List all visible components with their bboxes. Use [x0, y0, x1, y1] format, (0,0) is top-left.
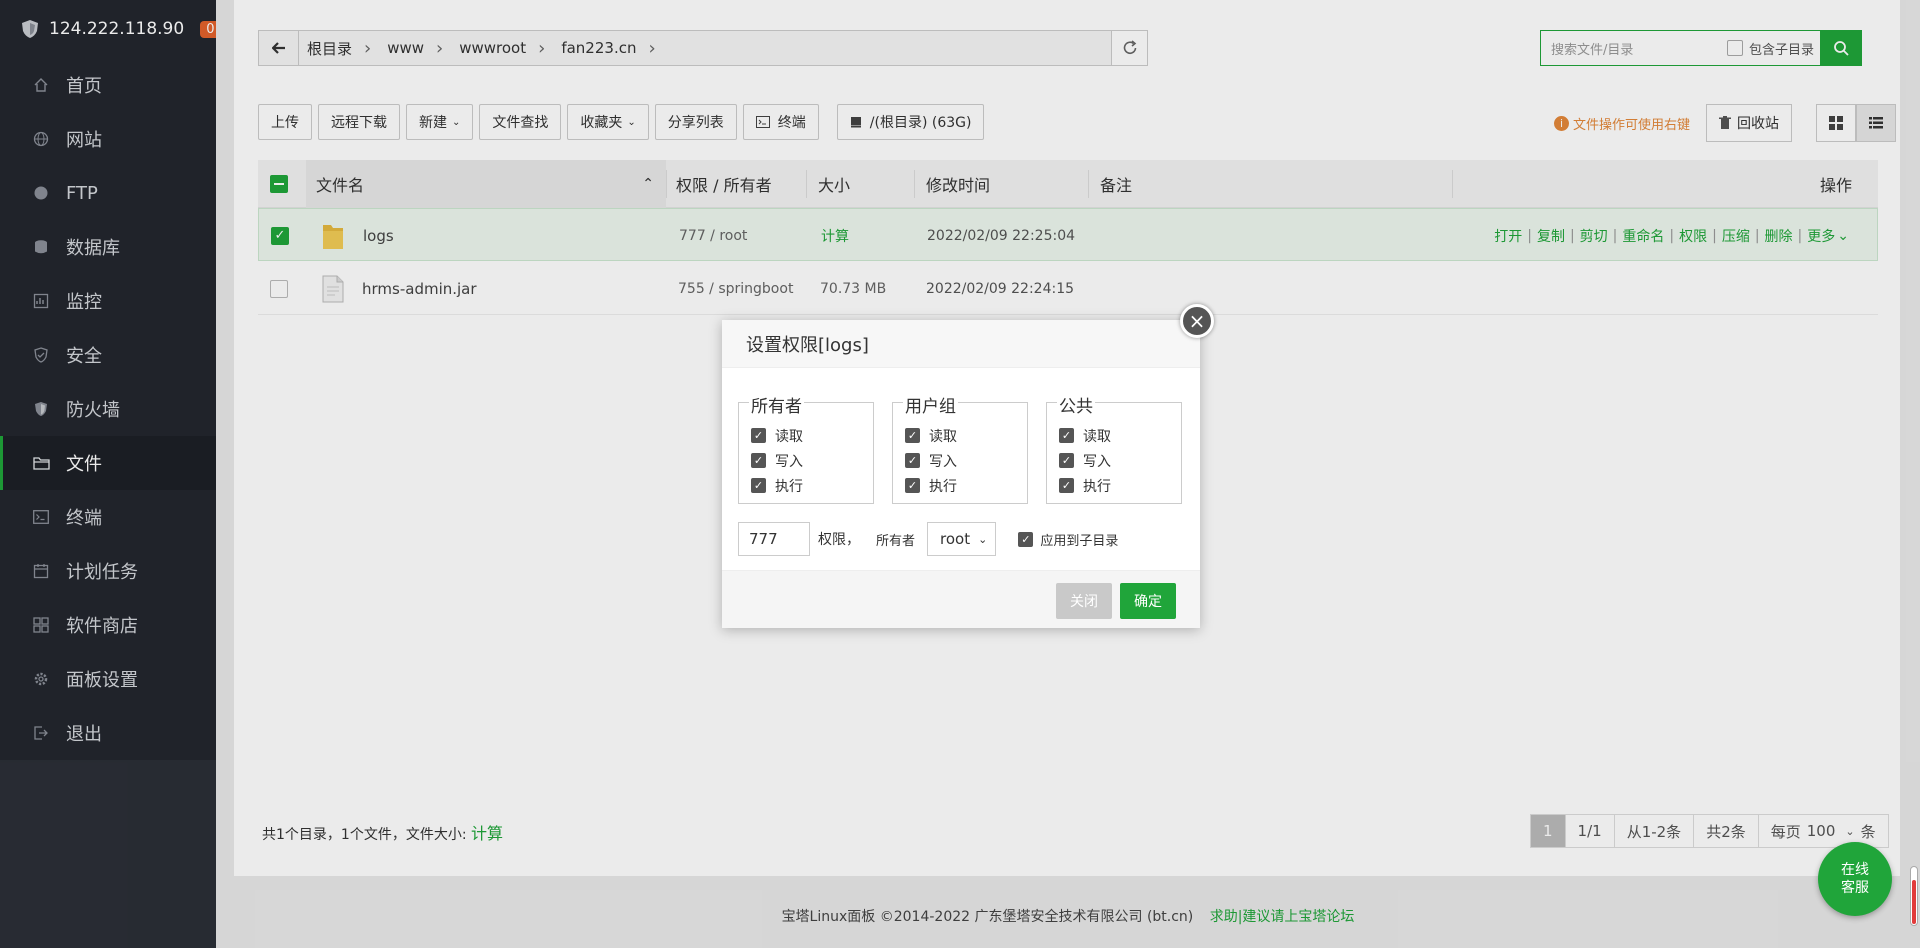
dialog-footer: 关闭 确定	[722, 570, 1200, 628]
chevron-down-icon: ⌄	[978, 532, 988, 546]
checked-icon: ✓	[751, 428, 766, 443]
permission-label: 执行	[1083, 478, 1111, 495]
permission-label: 读取	[1083, 428, 1111, 445]
owner-value: root	[940, 530, 971, 548]
permission-label: 写入	[775, 453, 803, 470]
permission-label: 读取	[775, 428, 803, 445]
apply-subdir-label: 应用到子目录	[1040, 533, 1119, 549]
permission-group: 公共 ✓ 读取 ✓ 写入 ✓ 执行	[1046, 392, 1182, 504]
permission-option[interactable]: ✓ 执行	[751, 473, 873, 498]
checked-icon: ✓	[905, 428, 920, 443]
checked-icon: ✓	[1059, 428, 1074, 443]
checked-icon: ✓	[905, 478, 920, 493]
permission-group: 所有者 ✓ 读取 ✓ 写入 ✓ 执行	[738, 392, 874, 504]
permission-label: 写入	[1083, 453, 1111, 470]
permission-settings-row: 777 权限， 所有者 root ⌄ ✓ 应用到子目录	[738, 522, 1118, 556]
owner-select[interactable]: root ⌄	[927, 522, 997, 556]
checked-icon: ✓	[1059, 478, 1074, 493]
permission-label: 写入	[929, 453, 957, 470]
permission-option[interactable]: ✓ 读取	[1059, 423, 1181, 448]
service-line1: 在线	[1841, 862, 1869, 878]
permission-label: 执行	[775, 478, 803, 495]
service-line2: 客服	[1841, 880, 1869, 896]
permission-option[interactable]: ✓ 读取	[751, 423, 873, 448]
checked-icon: ✓	[751, 453, 766, 468]
group-title: 公共	[1057, 392, 1095, 417]
checked-icon: ✓	[751, 478, 766, 493]
group-title: 用户组	[903, 392, 958, 417]
permission-option[interactable]: ✓ 读取	[905, 423, 1027, 448]
close-icon[interactable]: ×	[1180, 304, 1214, 338]
permission-label: 执行	[929, 478, 957, 495]
online-service-button[interactable]: 在线 客服	[1818, 842, 1892, 916]
confirm-button[interactable]: 确定	[1120, 583, 1176, 619]
permission-label: 读取	[929, 428, 957, 445]
status-indicator	[1910, 866, 1918, 926]
apply-subdir-checkbox[interactable]: ✓	[1018, 531, 1034, 547]
permission-dialog: 设置权限[logs] × 所有者 ✓ 读取 ✓ 写入 ✓ 执行 用户组 ✓ 读取 ✓ 写入 ✓ 执行 公共 ✓…	[722, 304, 1214, 628]
group-title: 所有者	[749, 392, 804, 417]
permission-option[interactable]: ✓ 执行	[905, 473, 1027, 498]
checked-icon: ✓	[905, 453, 920, 468]
dialog-title: 设置权限[logs]	[722, 320, 1200, 368]
permission-option[interactable]: ✓ 写入	[751, 448, 873, 473]
checked-icon: ✓	[1059, 453, 1074, 468]
permission-option[interactable]: ✓ 写入	[1059, 448, 1181, 473]
permission-label: 权限，	[818, 532, 860, 548]
close-button[interactable]: 关闭	[1056, 583, 1112, 619]
permission-mode-input[interactable]: 777	[738, 522, 810, 556]
owner-label: 所有者	[876, 533, 916, 549]
permission-option[interactable]: ✓ 执行	[1059, 473, 1181, 498]
permission-groups: 所有者 ✓ 读取 ✓ 写入 ✓ 执行 用户组 ✓ 读取 ✓ 写入 ✓ 执行 公共 ✓ 读取 ✓ 写入 ✓ 执行	[738, 392, 1182, 504]
permission-option[interactable]: ✓ 写入	[905, 448, 1027, 473]
permission-group: 用户组 ✓ 读取 ✓ 写入 ✓ 执行	[892, 392, 1028, 504]
